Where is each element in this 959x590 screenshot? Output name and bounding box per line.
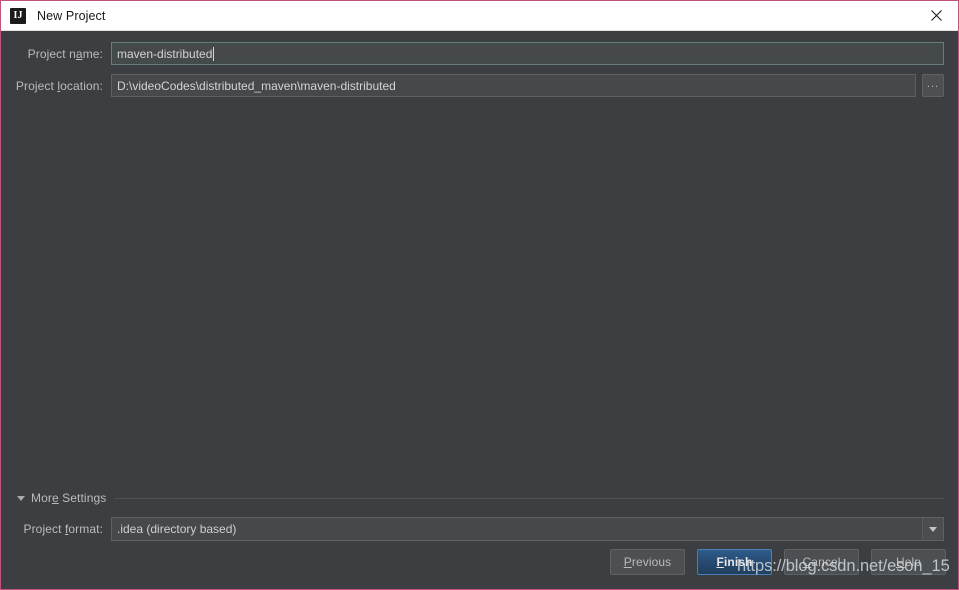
project-format-label-post: ormat:: [68, 522, 103, 536]
project-format-label-pre: Project: [23, 522, 65, 536]
more-settings-header[interactable]: More Settings: [1, 489, 958, 507]
project-format-label: Project format:: [1, 522, 111, 536]
project-name-label-post: me:: [82, 46, 103, 61]
chevron-down-icon[interactable]: [17, 495, 25, 501]
section-separator: [114, 497, 944, 499]
project-name-value: maven-distributed: [117, 46, 213, 61]
project-name-label-mnemonic: a: [75, 46, 83, 61]
close-icon: [930, 10, 942, 21]
text-caret: [213, 46, 215, 61]
finish-label-post: inish: [723, 555, 753, 569]
project-name-row: Project name: maven-distributed: [1, 42, 958, 65]
dialog-body: Project name: maven-distributed Project …: [1, 31, 958, 589]
project-format-dropdown-button[interactable]: [922, 518, 943, 540]
project-format-row: Project format: .idea (directory based): [1, 517, 958, 541]
previous-label-mnemonic: P: [623, 555, 632, 569]
help-label-post: elp: [904, 555, 922, 569]
browse-location-button[interactable]: ...: [922, 74, 944, 97]
finish-label-mnemonic: F: [716, 555, 724, 569]
finish-button[interactable]: Finish: [697, 549, 772, 575]
project-location-input[interactable]: D:\videoCodes\distributed_maven\maven-di…: [111, 74, 916, 97]
more-settings-label-post: Settings: [58, 491, 107, 505]
more-settings-label-mnemonic: e: [51, 491, 59, 505]
title-bar: IJ New Project: [1, 1, 958, 31]
chevron-down-icon: [929, 526, 937, 532]
more-settings-label-pre: Mor: [31, 491, 52, 505]
project-location-row: Project location: D:\videoCodes\distribu…: [1, 74, 958, 97]
new-project-dialog: IJ New Project Project name: maven-distr…: [0, 0, 959, 590]
project-format-value: .idea (directory based): [117, 522, 237, 536]
cancel-button[interactable]: Cancel: [784, 549, 859, 575]
window-title: New Project: [37, 8, 106, 23]
cancel-label-mnemonic: C: [802, 555, 812, 569]
project-name-label: Project name:: [1, 47, 111, 61]
project-format-select[interactable]: .idea (directory based): [111, 517, 944, 541]
project-location-value: D:\videoCodes\distributed_maven\maven-di…: [117, 78, 396, 93]
help-label-mnemonic: H: [895, 555, 905, 569]
empty-content-area: [1, 97, 958, 489]
intellij-logo-icon: IJ: [10, 7, 26, 24]
project-name-input[interactable]: maven-distributed: [111, 42, 944, 65]
project-location-label-post: ocation:: [60, 78, 103, 93]
project-location-label-pre: Project: [15, 78, 58, 93]
project-location-label: Project location:: [1, 79, 111, 93]
close-button[interactable]: [914, 1, 958, 30]
previous-button[interactable]: Previous: [610, 549, 685, 575]
previous-label-post: revious: [631, 555, 672, 569]
more-settings-label: More Settings: [31, 491, 106, 505]
dialog-footer: Previous Finish Cancel Help: [1, 541, 958, 589]
project-name-label-pre: Project n: [27, 46, 76, 61]
help-button[interactable]: Help: [871, 549, 946, 575]
cancel-label-post: ancel: [811, 555, 841, 569]
